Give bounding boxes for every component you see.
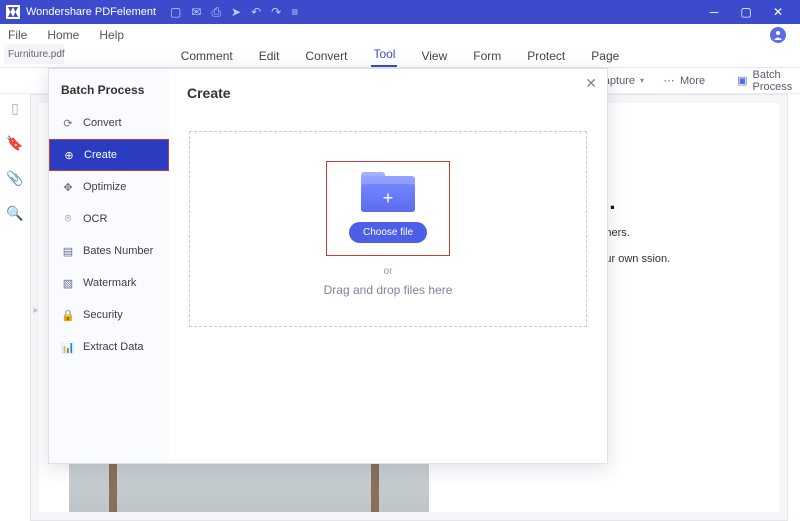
optimize-icon: ✥ xyxy=(61,180,75,194)
minimize-button[interactable]: ─ xyxy=(698,0,730,24)
dialog-close-button[interactable]: ✕ xyxy=(585,75,597,92)
more-icon: ⋯ xyxy=(662,74,676,88)
batch-process-button[interactable]: ▣Batch Process xyxy=(737,69,800,93)
dialog-title: Create xyxy=(169,69,607,107)
chart-icon: 📊 xyxy=(61,340,75,354)
tab-form[interactable]: Form xyxy=(471,47,503,67)
dialog-sidebar: Batch Process ⟳Convert ⊕Create ✥Optimize… xyxy=(49,69,169,463)
tab-edit[interactable]: Edit xyxy=(257,47,282,67)
mail-icon[interactable]: ✉ xyxy=(191,5,201,20)
customize-icon[interactable]: ≡ xyxy=(291,5,298,20)
tab-view[interactable]: View xyxy=(419,47,449,67)
tab-comment[interactable]: Comment xyxy=(179,47,235,67)
ocr-icon: ⌾ xyxy=(61,212,75,226)
dialog-sidebar-title: Batch Process xyxy=(49,79,169,107)
or-separator: or xyxy=(384,266,393,277)
attachment-icon[interactable]: 📎 xyxy=(6,170,23,187)
bookmark-icon[interactable]: 🔖 xyxy=(6,135,23,152)
sidebar-item-watermark[interactable]: ▧Watermark xyxy=(49,267,169,299)
open-icon[interactable]: ▢ xyxy=(170,5,181,20)
close-button[interactable]: ✕ xyxy=(762,0,794,24)
create-icon: ⊕ xyxy=(62,148,76,162)
user-avatar[interactable] xyxy=(770,27,786,43)
sidebar-item-create[interactable]: ⊕Create xyxy=(49,139,169,171)
sidebar-item-bates[interactable]: ▤Bates Number xyxy=(49,235,169,267)
dialog-main: ✕ Create + Choose file or Drag and drop … xyxy=(169,69,607,463)
sidebar-item-ocr[interactable]: ⌾OCR xyxy=(49,203,169,235)
tab-tool[interactable]: Tool xyxy=(371,45,397,67)
sidebar-item-convert[interactable]: ⟳Convert xyxy=(49,107,169,139)
quick-access-toolbar: ▢ ✉ ⎙ ➤ ↶ ↷ ≡ xyxy=(170,5,298,20)
menu-help[interactable]: Help xyxy=(99,28,124,42)
thumbnail-icon[interactable]: ▯ xyxy=(11,100,19,117)
document-tab[interactable]: Furniture.pdf xyxy=(4,44,64,64)
window-controls: ─ ▢ ✕ xyxy=(698,0,794,24)
refresh-icon: ⟳ xyxy=(61,116,75,130)
bates-icon: ▤ xyxy=(61,244,75,258)
app-title: Wondershare PDFelement xyxy=(26,6,156,18)
watermark-icon: ▧ xyxy=(61,276,75,290)
menu-bar: File Home Help xyxy=(0,24,800,46)
batch-icon: ▣ xyxy=(737,74,747,87)
sidebar-item-extract[interactable]: 📊Extract Data xyxy=(49,331,169,363)
drop-hint: Drag and drop files here xyxy=(324,283,453,297)
folder-icon: + xyxy=(361,172,415,212)
panel-collapse-handle[interactable]: ▸ xyxy=(32,300,40,320)
print-icon[interactable]: ⎙ xyxy=(211,5,221,20)
more-button[interactable]: ⋯More xyxy=(656,74,711,88)
redo-icon[interactable]: ↷ xyxy=(271,5,281,20)
batch-process-dialog: Batch Process ⟳Convert ⊕Create ✥Optimize… xyxy=(48,68,608,464)
menu-file[interactable]: File xyxy=(8,28,27,42)
share-icon[interactable]: ➤ xyxy=(231,5,241,20)
sidebar-item-optimize[interactable]: ✥Optimize xyxy=(49,171,169,203)
file-drop-zone[interactable]: + Choose file or Drag and drop files her… xyxy=(189,131,587,327)
choose-file-frame: + Choose file xyxy=(326,161,450,256)
app-logo xyxy=(6,5,20,19)
sidebar-item-security[interactable]: 🔒Security xyxy=(49,299,169,331)
choose-file-button[interactable]: Choose file xyxy=(349,222,427,243)
tab-page[interactable]: Page xyxy=(589,47,621,67)
menu-home[interactable]: Home xyxy=(47,28,79,42)
undo-icon[interactable]: ↶ xyxy=(251,5,261,20)
tab-convert[interactable]: Convert xyxy=(303,47,349,67)
ribbon-tabs: Comment Edit Convert Tool View Form Prot… xyxy=(0,46,800,68)
search-icon[interactable]: 🔍 xyxy=(6,205,23,222)
tab-protect[interactable]: Protect xyxy=(525,47,567,67)
chevron-down-icon: ▾ xyxy=(640,76,644,85)
lock-icon: 🔒 xyxy=(61,308,75,322)
title-bar: Wondershare PDFelement ▢ ✉ ⎙ ➤ ↶ ↷ ≡ ─ ▢… xyxy=(0,0,800,24)
maximize-button[interactable]: ▢ xyxy=(730,0,762,24)
left-rail: ▯ 🔖 📎 🔍 xyxy=(0,94,30,222)
